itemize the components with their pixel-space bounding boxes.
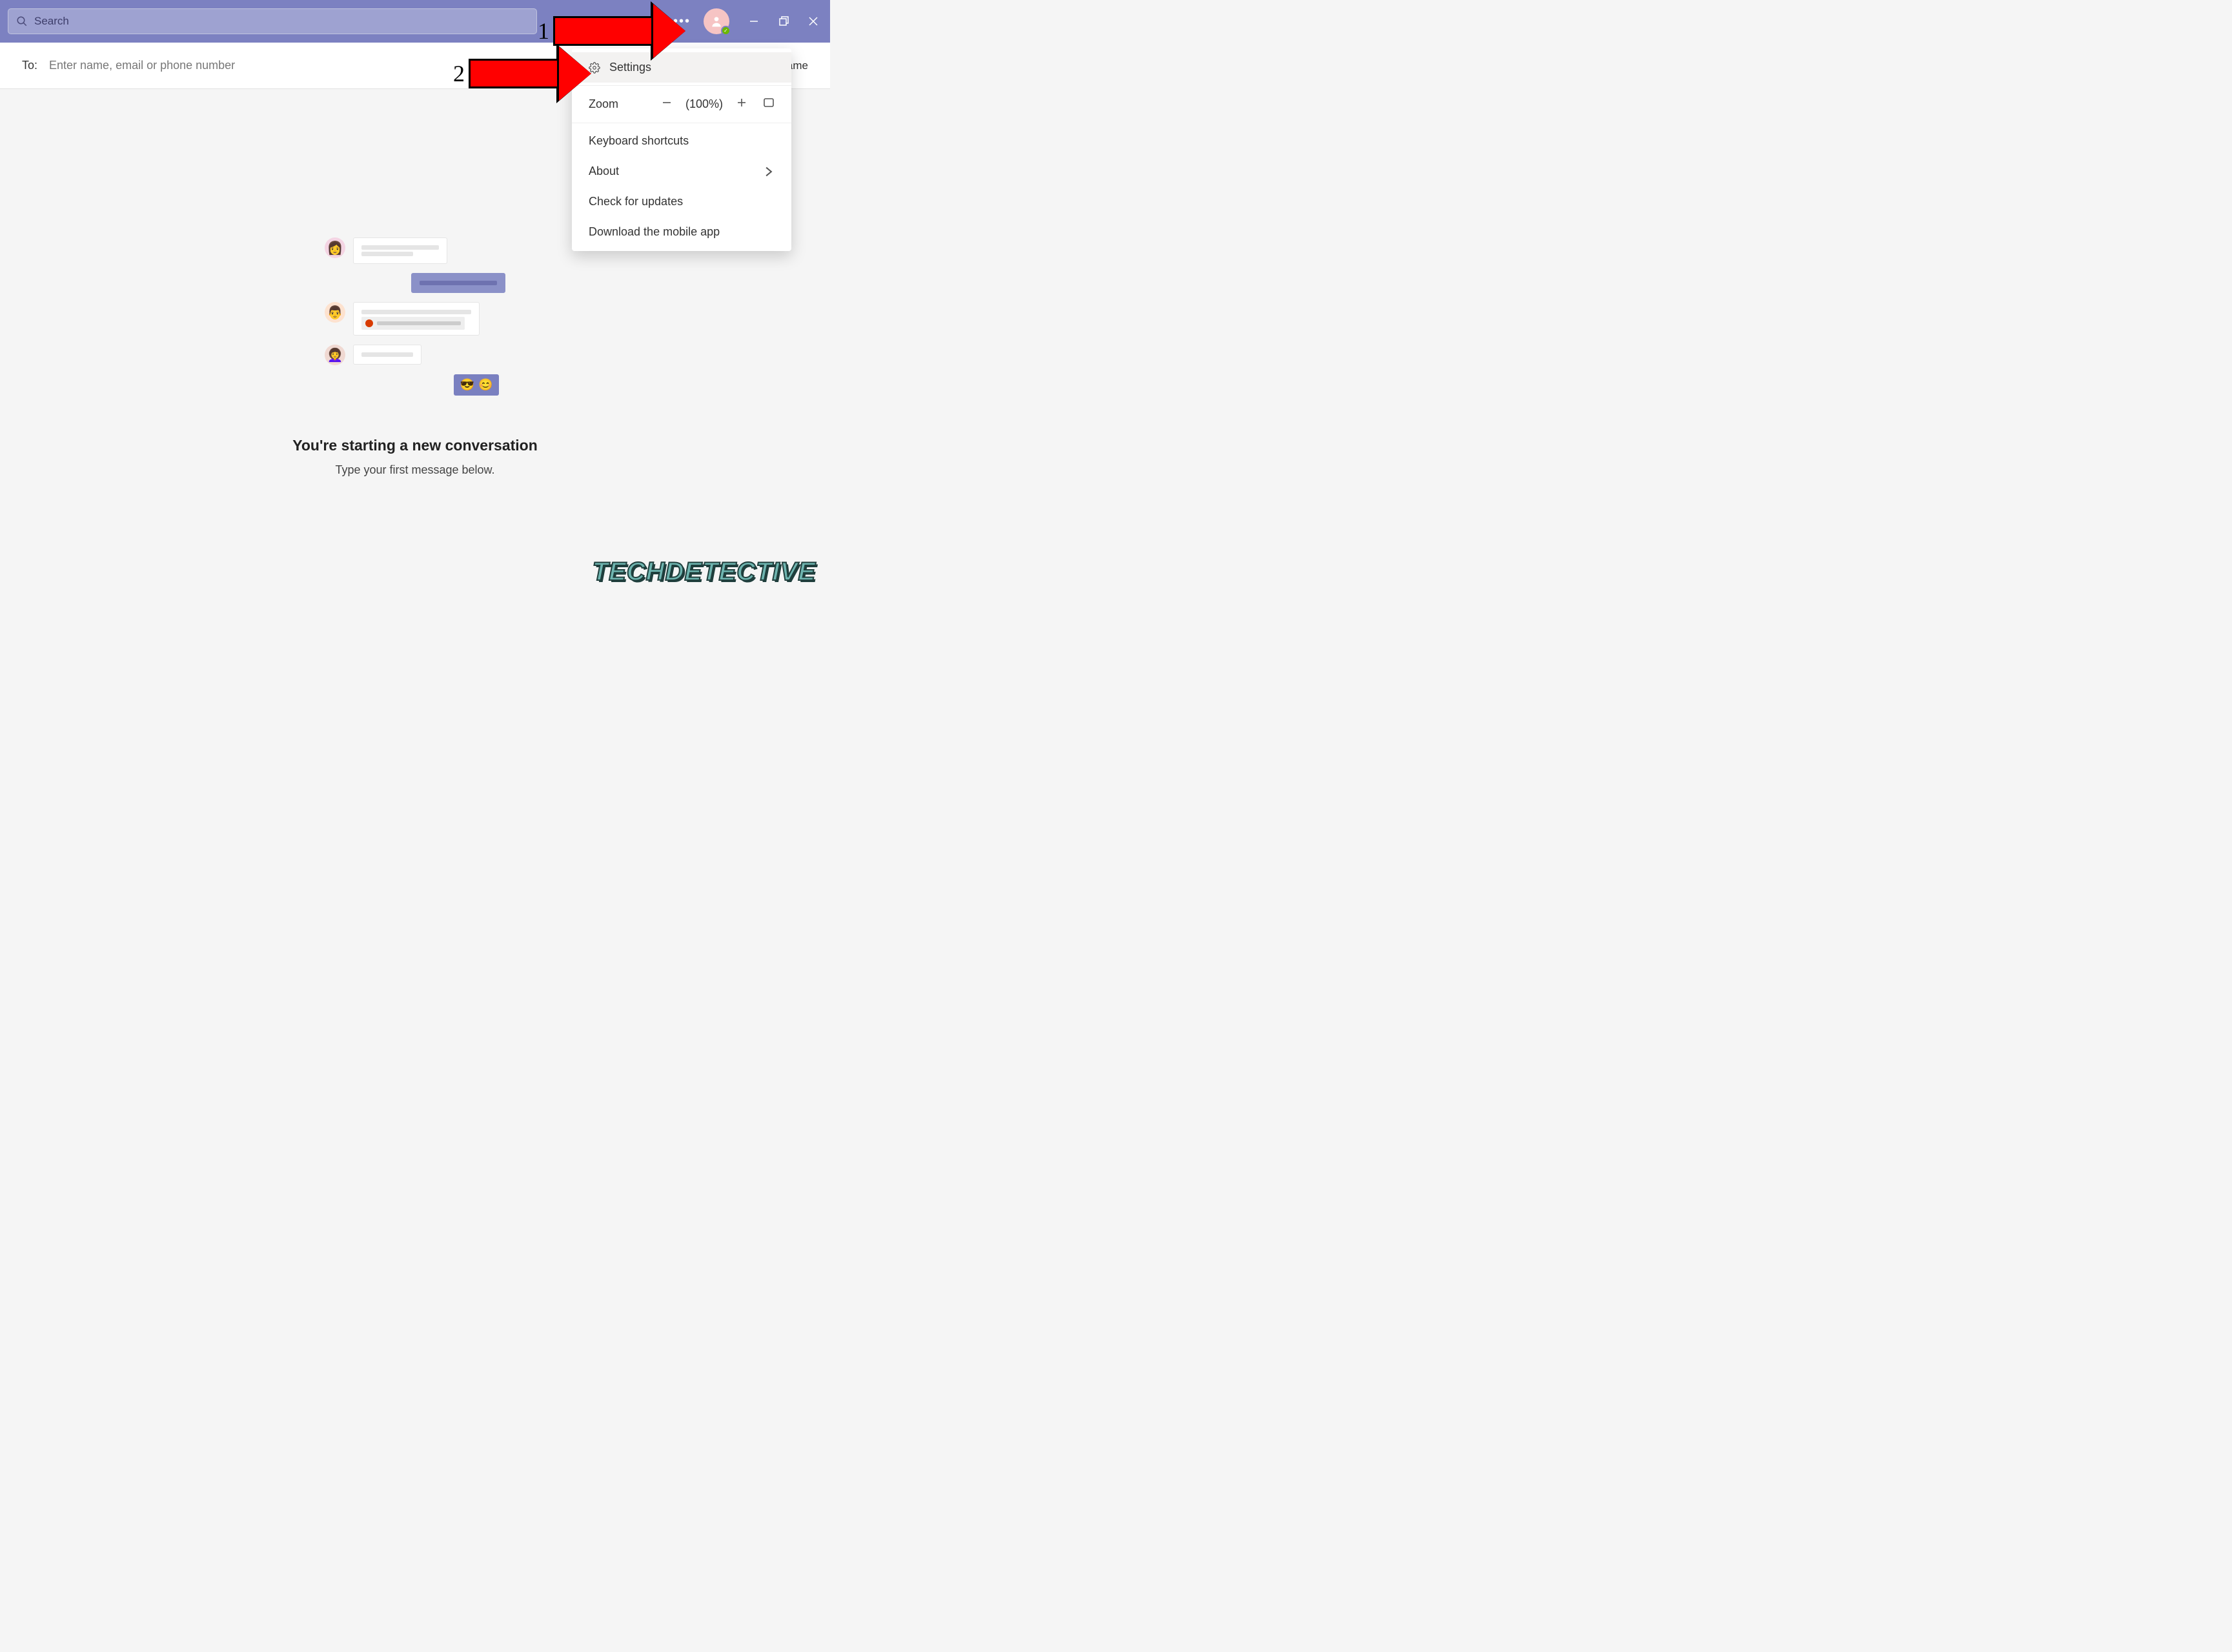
fullscreen-button[interactable]: [763, 97, 775, 112]
illustration-bubble-1: [353, 237, 447, 264]
illustration-attachment: [361, 317, 465, 330]
menu-item-settings-label: Settings: [609, 61, 651, 74]
menu-item-mobile-label: Download the mobile app: [589, 225, 720, 239]
presence-available-icon: [721, 26, 731, 35]
titlebar-right: •••: [673, 0, 830, 43]
zoom-label: Zoom: [589, 97, 618, 111]
to-label: To:: [22, 59, 37, 72]
maximize-button[interactable]: [778, 16, 789, 26]
zoom-value: (100%): [685, 97, 723, 111]
profile-avatar[interactable]: [704, 8, 729, 34]
menu-item-keyboard-shortcuts[interactable]: Keyboard shortcuts: [572, 126, 791, 156]
minimize-button[interactable]: [749, 16, 759, 26]
search-box[interactable]: [8, 8, 537, 34]
annotation-arrow-2: 2: [453, 46, 591, 101]
person-icon: [710, 15, 723, 28]
illustration-bubble-3: [353, 302, 480, 336]
annotation-number-2: 2: [453, 60, 465, 87]
window-controls: [749, 16, 818, 26]
illustration-reaction: 😎 😊: [454, 374, 500, 396]
menu-item-updates-label: Check for updates: [589, 195, 683, 208]
to-input[interactable]: [49, 59, 436, 72]
more-options-menu: Settings Zoom (100%) Keyboard shortcuts …: [572, 48, 791, 251]
conversation-illustration: 👩 👨 👩‍🦱 😎 😊: [325, 237, 505, 386]
menu-item-about[interactable]: About: [572, 156, 791, 186]
menu-item-about-label: About: [589, 165, 619, 178]
smile-emoji-icon: 😊: [478, 378, 492, 392]
close-button[interactable]: [808, 16, 818, 26]
zoom-in-button[interactable]: [736, 97, 747, 112]
illustration-avatar-2: 👨: [325, 302, 345, 323]
illustration-bubble-4: [353, 345, 421, 365]
annotation-number-1: 1: [538, 17, 549, 45]
watermark: TECHDETECTIVE: [593, 558, 816, 587]
illustration-bubble-2: [411, 273, 505, 293]
menu-item-check-updates[interactable]: Check for updates: [572, 186, 791, 217]
menu-item-keyboard-label: Keyboard shortcuts: [589, 134, 689, 148]
search-icon: [16, 15, 28, 27]
chevron-right-icon: [763, 166, 775, 177]
titlebar: •••: [0, 0, 830, 43]
sunglasses-emoji-icon: 😎: [460, 378, 474, 392]
empty-state-subtext: Type your first message below.: [0, 463, 830, 477]
empty-state-heading: You're starting a new conversation: [0, 437, 830, 454]
zoom-out-button[interactable]: [661, 97, 673, 112]
menu-item-download-mobile[interactable]: Download the mobile app: [572, 217, 791, 247]
illustration-avatar-3: 👩‍🦱: [325, 345, 345, 365]
menu-item-zoom: Zoom (100%): [572, 88, 791, 120]
search-input[interactable]: [34, 15, 529, 28]
illustration-avatar-1: 👩: [325, 237, 345, 258]
menu-separator: [572, 85, 791, 86]
